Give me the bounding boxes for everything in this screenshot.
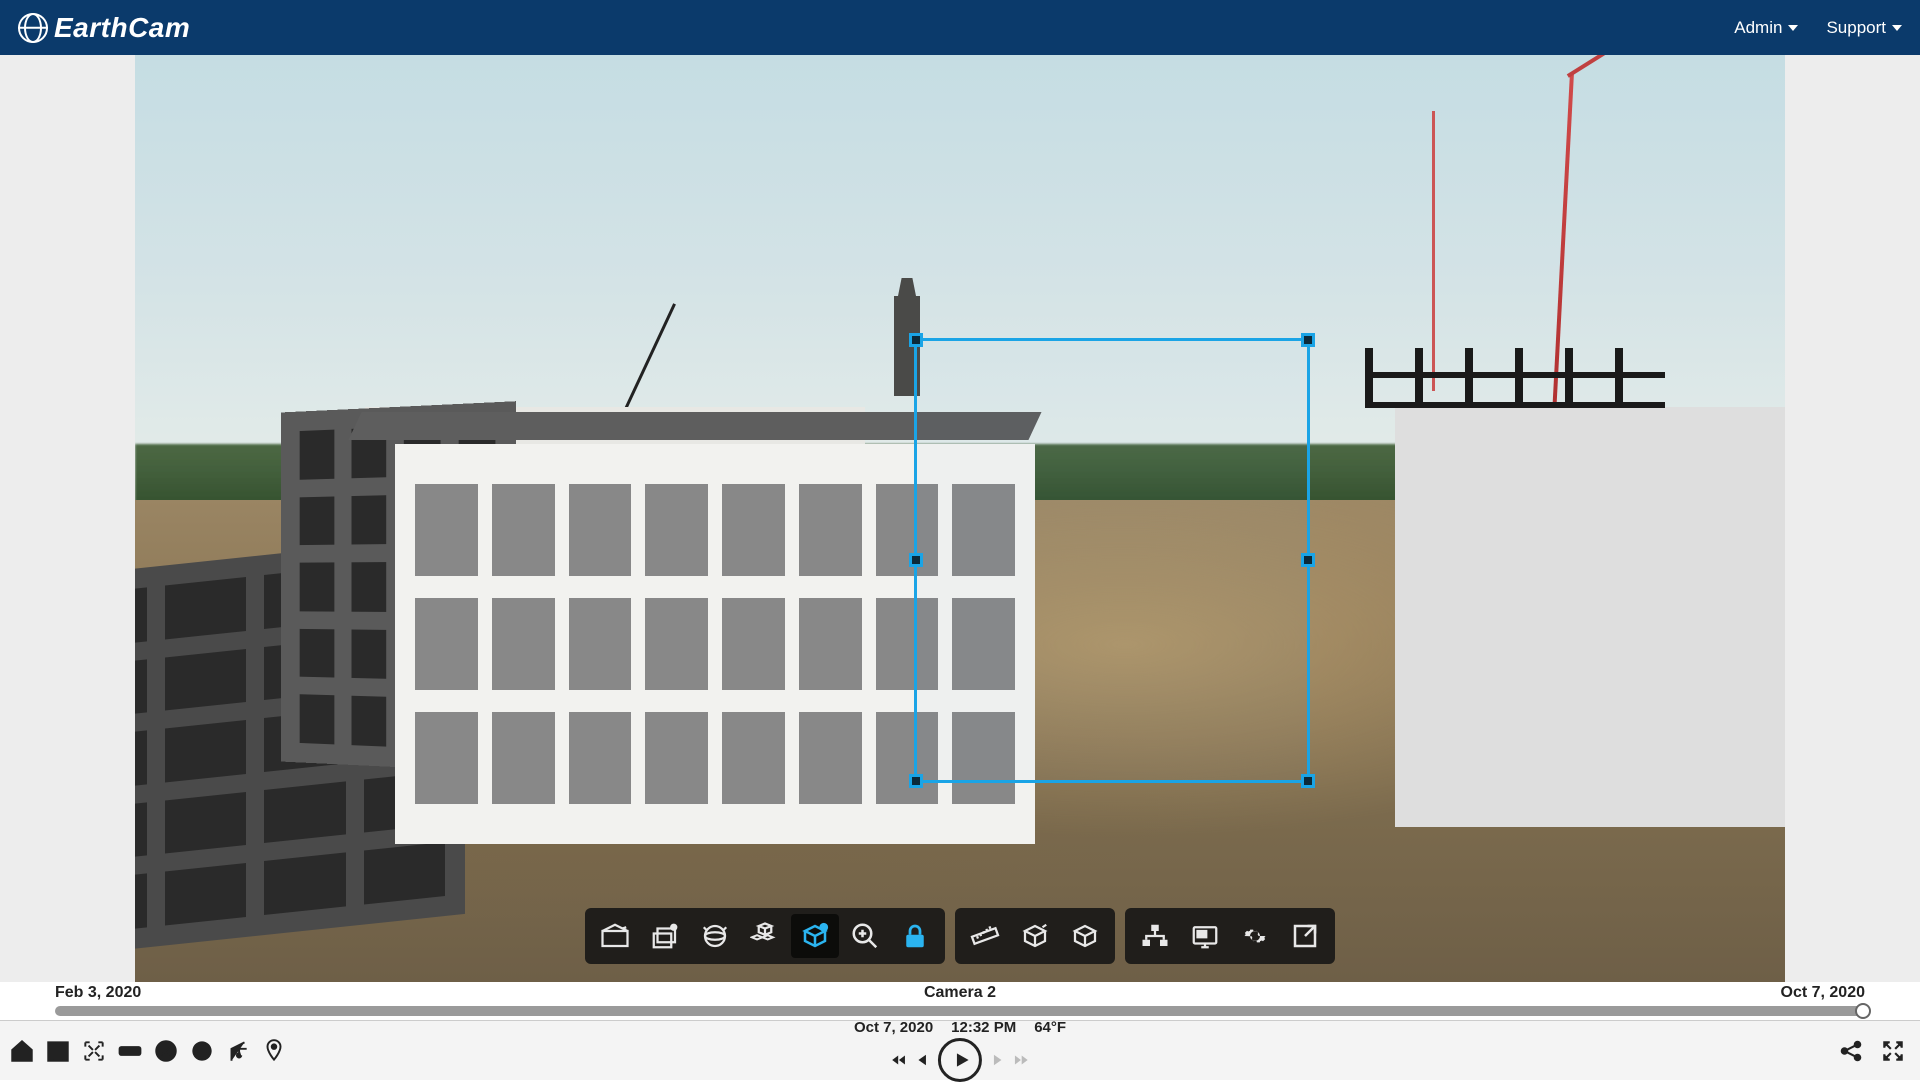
admin-menu[interactable]: Admin — [1734, 18, 1798, 38]
resize-handle-mr[interactable] — [1301, 553, 1315, 567]
selection-rectangle[interactable] — [914, 338, 1310, 783]
timeline-end-date: Oct 7, 2020 — [1781, 984, 1866, 1002]
support-label: Support — [1826, 18, 1886, 38]
admin-label: Admin — [1734, 18, 1782, 38]
view-calendar-button[interactable] — [40, 1033, 76, 1069]
camera-viewport — [0, 55, 1920, 982]
caret-down-icon — [1892, 25, 1902, 31]
resize-handle-ml[interactable] — [909, 553, 923, 567]
cube-view-button[interactable] — [1061, 914, 1109, 958]
globe-360-button[interactable] — [184, 1033, 220, 1069]
resize-handle-tr[interactable] — [1301, 333, 1315, 347]
playback-info: Oct 7, 2020 12:32 PM 64°F — [854, 1019, 1066, 1036]
bottom-right-tools — [1834, 1034, 1910, 1068]
fit-screen-button[interactable] — [76, 1033, 112, 1069]
timeline-track[interactable] — [55, 1006, 1865, 1016]
zoom-in-button[interactable] — [841, 914, 889, 958]
prev-frame-button[interactable] — [914, 1051, 932, 1069]
expand-button[interactable] — [1281, 914, 1329, 958]
timeline: Feb 3, 2020 Camera 2 Oct 7, 2020 — [0, 982, 1920, 1020]
toolbar-group-2 — [955, 908, 1115, 964]
header-menu: Admin Support — [1734, 18, 1902, 38]
crane-marker-button[interactable] — [220, 1033, 256, 1069]
image-wide-button[interactable] — [112, 1033, 148, 1069]
fullscreen-button[interactable] — [1876, 1034, 1910, 1068]
resize-handle-bl[interactable] — [909, 774, 923, 788]
timeline-camera-label: Camera 2 — [924, 984, 996, 1002]
layers-pin-button[interactable] — [641, 914, 689, 958]
brand-logo: EarthCam — [18, 12, 190, 44]
playback-temperature: 64°F — [1034, 1019, 1066, 1036]
pin-marker-button[interactable] — [256, 1033, 292, 1069]
toolbar-group-1 — [585, 908, 945, 964]
playback-time: 12:32 PM — [951, 1019, 1016, 1036]
home-button[interactable] — [4, 1033, 40, 1069]
rewind-button[interactable] — [890, 1051, 908, 1069]
toolbar-group-3 — [1125, 908, 1335, 964]
camera-frame[interactable] — [135, 55, 1785, 982]
brand-text: EarthCam — [54, 12, 190, 44]
resize-handle-tl[interactable] — [909, 333, 923, 347]
cube-stack-button[interactable] — [741, 914, 789, 958]
timeline-start-date: Feb 3, 2020 — [55, 984, 141, 1002]
bottom-left-tools — [4, 1033, 292, 1069]
viewer-toolbar — [585, 908, 1335, 964]
playback-controls: Oct 7, 2020 12:32 PM 64°F — [854, 1019, 1066, 1082]
lock-button[interactable] — [891, 914, 939, 958]
playback-date: Oct 7, 2020 — [854, 1019, 933, 1036]
resize-handle-br[interactable] — [1301, 774, 1315, 788]
fast-forward-button[interactable] — [1012, 1051, 1030, 1069]
dashboard-gauge-button[interactable] — [148, 1033, 184, 1069]
measure-ruler-button[interactable] — [961, 914, 1009, 958]
bottom-bar: Oct 7, 2020 12:32 PM 64°F — [0, 1020, 1920, 1080]
next-frame-button[interactable] — [988, 1051, 1006, 1069]
globe-icon — [18, 13, 48, 43]
cube-link-button[interactable] — [1011, 914, 1059, 958]
app-header: EarthCam Admin Support — [0, 0, 1920, 55]
playback-buttons — [890, 1038, 1030, 1082]
compare-mode-button[interactable] — [591, 914, 639, 958]
sitemap-button[interactable] — [1131, 914, 1179, 958]
settings-gear-button[interactable] — [1231, 914, 1279, 958]
timeline-thumb[interactable] — [1855, 1003, 1871, 1019]
play-button[interactable] — [938, 1038, 982, 1082]
panorama-360-button[interactable] — [691, 914, 739, 958]
caret-down-icon — [1788, 25, 1798, 31]
share-button[interactable] — [1834, 1034, 1868, 1068]
cube-active-button[interactable] — [791, 914, 839, 958]
scene-building-right — [1395, 407, 1785, 827]
support-menu[interactable]: Support — [1826, 18, 1902, 38]
screen-button[interactable] — [1181, 914, 1229, 958]
